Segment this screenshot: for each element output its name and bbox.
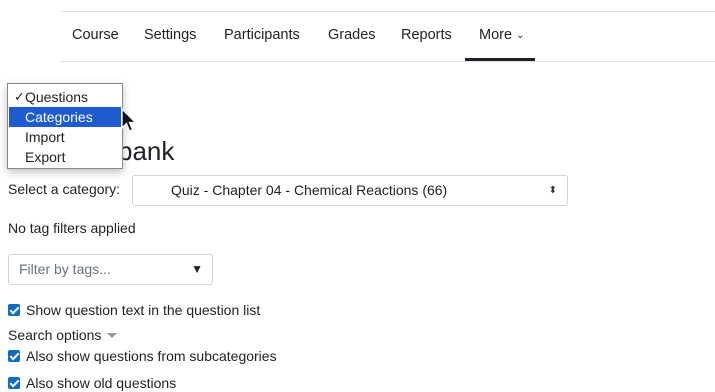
- caret-down-icon: [107, 333, 118, 338]
- nav-settings[interactable]: Settings: [144, 15, 196, 61]
- tag-filter-input[interactable]: Filter by tags... ▼: [8, 254, 213, 285]
- nav-more[interactable]: More ⌄: [465, 15, 535, 61]
- mouse-pointer-icon: [121, 108, 138, 132]
- checkbox-checked[interactable]: [8, 350, 20, 362]
- menu-item-label: Categories: [25, 109, 93, 125]
- menu-item-import[interactable]: Import: [9, 127, 121, 147]
- page-title: bank: [118, 136, 175, 166]
- menu-item-label: Export: [25, 149, 66, 165]
- category-select[interactable]: Quiz - Chapter 04 - Chemical Reactions (…: [132, 175, 568, 206]
- nav-course[interactable]: Course: [72, 15, 119, 61]
- search-options-toggle[interactable]: Search options: [8, 327, 118, 343]
- checkmark-icon: ✓: [14, 89, 25, 104]
- top-divider: [60, 11, 715, 12]
- option-label: Show question text in the question list: [26, 302, 261, 318]
- nav-grades[interactable]: Grades: [328, 15, 376, 61]
- select-arrows-icon: ⬍: [548, 185, 557, 196]
- tag-filter-status: No tag filters applied: [8, 220, 136, 236]
- caret-down-icon: ▼: [191, 262, 203, 276]
- nav-reports[interactable]: Reports: [401, 15, 452, 61]
- menu-item-label: Questions: [25, 89, 89, 105]
- old-questions-option[interactable]: Also show old questions: [8, 374, 176, 392]
- category-label: Select a category:: [8, 181, 121, 197]
- checkbox-checked[interactable]: [8, 304, 20, 316]
- menu-item-categories[interactable]: Categories: [9, 107, 121, 127]
- show-text-option[interactable]: Show question text in the question list: [8, 301, 260, 319]
- checkbox-checked[interactable]: [8, 377, 20, 389]
- search-options-label: Search options: [8, 327, 102, 343]
- nav-participants[interactable]: Participants: [224, 15, 300, 61]
- question-bank-menu[interactable]: ✓ Questions Categories Import Export: [7, 83, 123, 169]
- option-label: Also show old questions: [26, 375, 177, 391]
- course-nav: Course Settings Participants Grades Repo…: [60, 15, 715, 62]
- chevron-down-icon: ⌄: [516, 30, 525, 41]
- subcategories-option[interactable]: Also show questions from subcategories: [8, 347, 277, 365]
- menu-item-export[interactable]: Export: [9, 147, 121, 167]
- menu-item-label: Import: [25, 129, 65, 145]
- nav-more-label: More: [479, 27, 513, 43]
- category-select-value: Quiz - Chapter 04 - Chemical Reactions (…: [171, 182, 448, 198]
- tag-filter-placeholder: Filter by tags...: [19, 261, 111, 277]
- option-label: Also show questions from subcategories: [26, 348, 277, 364]
- menu-item-questions[interactable]: ✓ Questions: [9, 87, 121, 107]
